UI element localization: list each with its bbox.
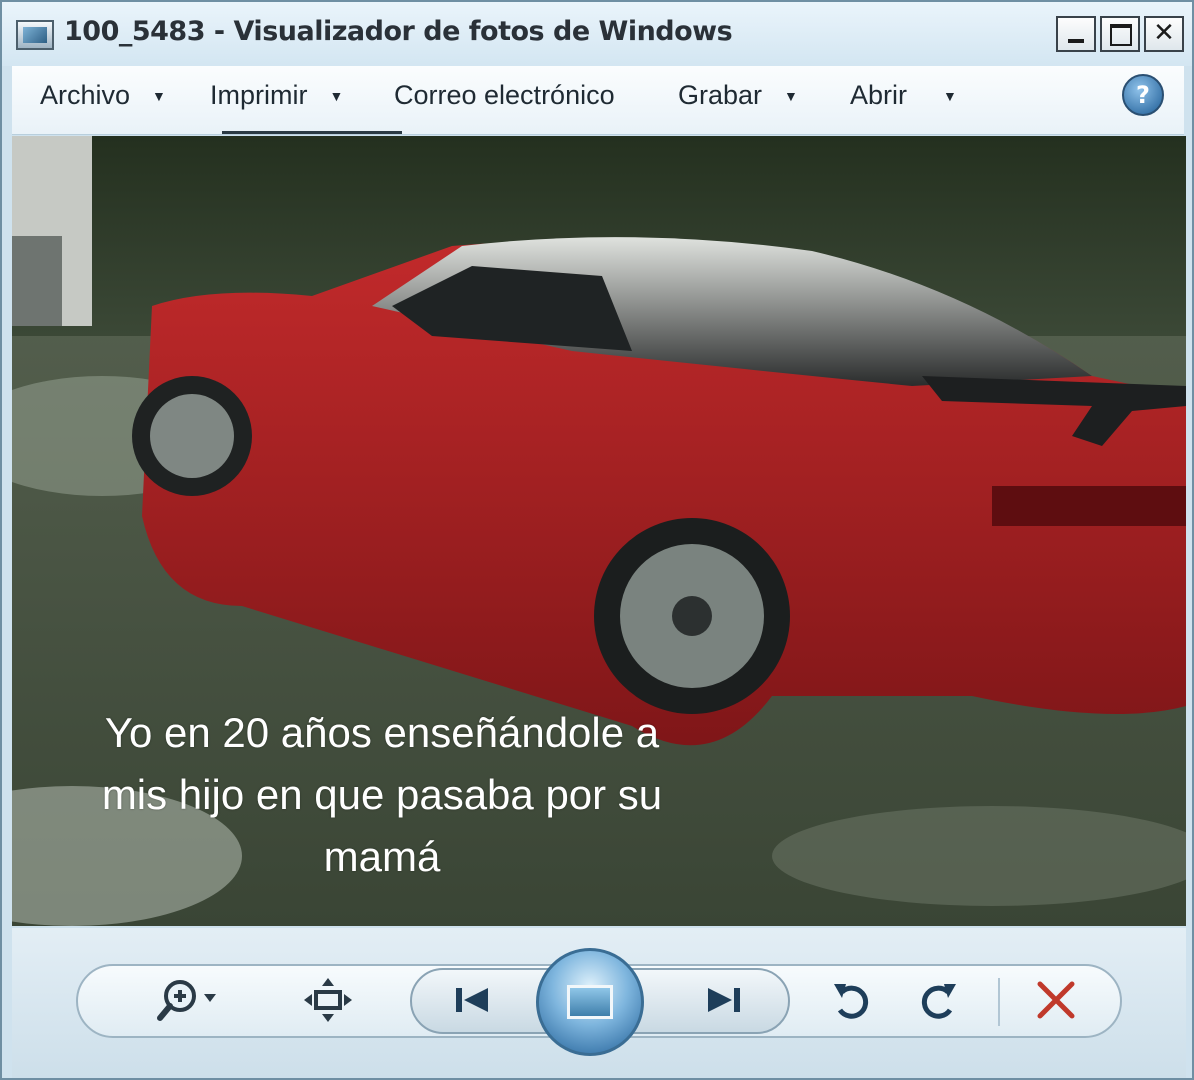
rotate-clockwise-icon [921, 984, 956, 1019]
menu-archivo-label: Archivo [40, 80, 131, 110]
rotate-counterclockwise-button[interactable] [824, 970, 880, 1030]
photo-display: Yo en 20 años enseñándole a mis hijo en … [12, 136, 1186, 926]
menu-hover-underline [222, 131, 402, 134]
caption-line-3: mamá [323, 833, 441, 880]
menu-correo[interactable]: Correo electrónico [394, 80, 615, 111]
help-icon[interactable]: ? [1122, 74, 1164, 116]
fit-to-window-icon [304, 978, 352, 1022]
delete-icon [1037, 981, 1075, 1019]
slideshow-icon [567, 985, 613, 1019]
menu-archivo[interactable]: Archivo ▼ [40, 80, 166, 111]
caption-line-2: mis hijo en que pasaba por su [101, 771, 663, 818]
menu-imprimir-label: Imprimir [210, 80, 308, 110]
menu-grabar[interactable]: Grabar ▼ [678, 80, 798, 111]
menu-abrir-label: Abrir [850, 80, 908, 110]
window-controls: ✕ [1056, 16, 1184, 52]
delete-button[interactable] [1026, 970, 1086, 1030]
title-bar: 100_5483 - Visualizador de fotos de Wind… [2, 2, 1192, 66]
photo-caption: Yo en 20 años enseñándole a mis hijo en … [42, 702, 722, 888]
chevron-down-icon: ▼ [329, 87, 344, 104]
chevron-down-icon: ▼ [784, 87, 798, 104]
menu-correo-label: Correo electrónico [394, 80, 615, 110]
chevron-down-icon: ▼ [943, 87, 957, 104]
menu-abrir[interactable]: Abrir ▼ [850, 80, 957, 111]
menu-grabar-label: Grabar [678, 80, 763, 110]
slideshow-button[interactable] [536, 948, 644, 1056]
caption-line-1: Yo en 20 años enseñándole a [104, 709, 660, 756]
rotate-counterclockwise-icon [834, 984, 869, 1019]
window-title: 100_5483 - Visualizador de fotos de Wind… [64, 16, 733, 47]
app-icon [16, 20, 54, 50]
zoom-button[interactable] [150, 970, 230, 1030]
minimize-button[interactable] [1056, 16, 1096, 52]
next-icon [708, 988, 740, 1012]
close-button[interactable]: ✕ [1144, 16, 1184, 52]
menu-imprimir[interactable]: Imprimir ▼ [210, 80, 343, 111]
next-button[interactable] [694, 970, 754, 1030]
chevron-down-icon: ▼ [152, 87, 166, 104]
previous-icon [456, 988, 488, 1012]
zoom-icon [157, 980, 216, 1021]
fit-to-window-button[interactable] [300, 970, 356, 1030]
rotate-clockwise-button[interactable] [910, 970, 966, 1030]
maximize-button[interactable] [1100, 16, 1140, 52]
toolbar-divider [998, 978, 1000, 1026]
menu-bar: Archivo ▼ Imprimir ▼ Correo electrónico … [12, 66, 1184, 135]
previous-button[interactable] [442, 970, 502, 1030]
photo-viewer-window: 100_5483 - Visualizador de fotos de Wind… [0, 0, 1194, 1080]
control-bar [12, 928, 1186, 1078]
